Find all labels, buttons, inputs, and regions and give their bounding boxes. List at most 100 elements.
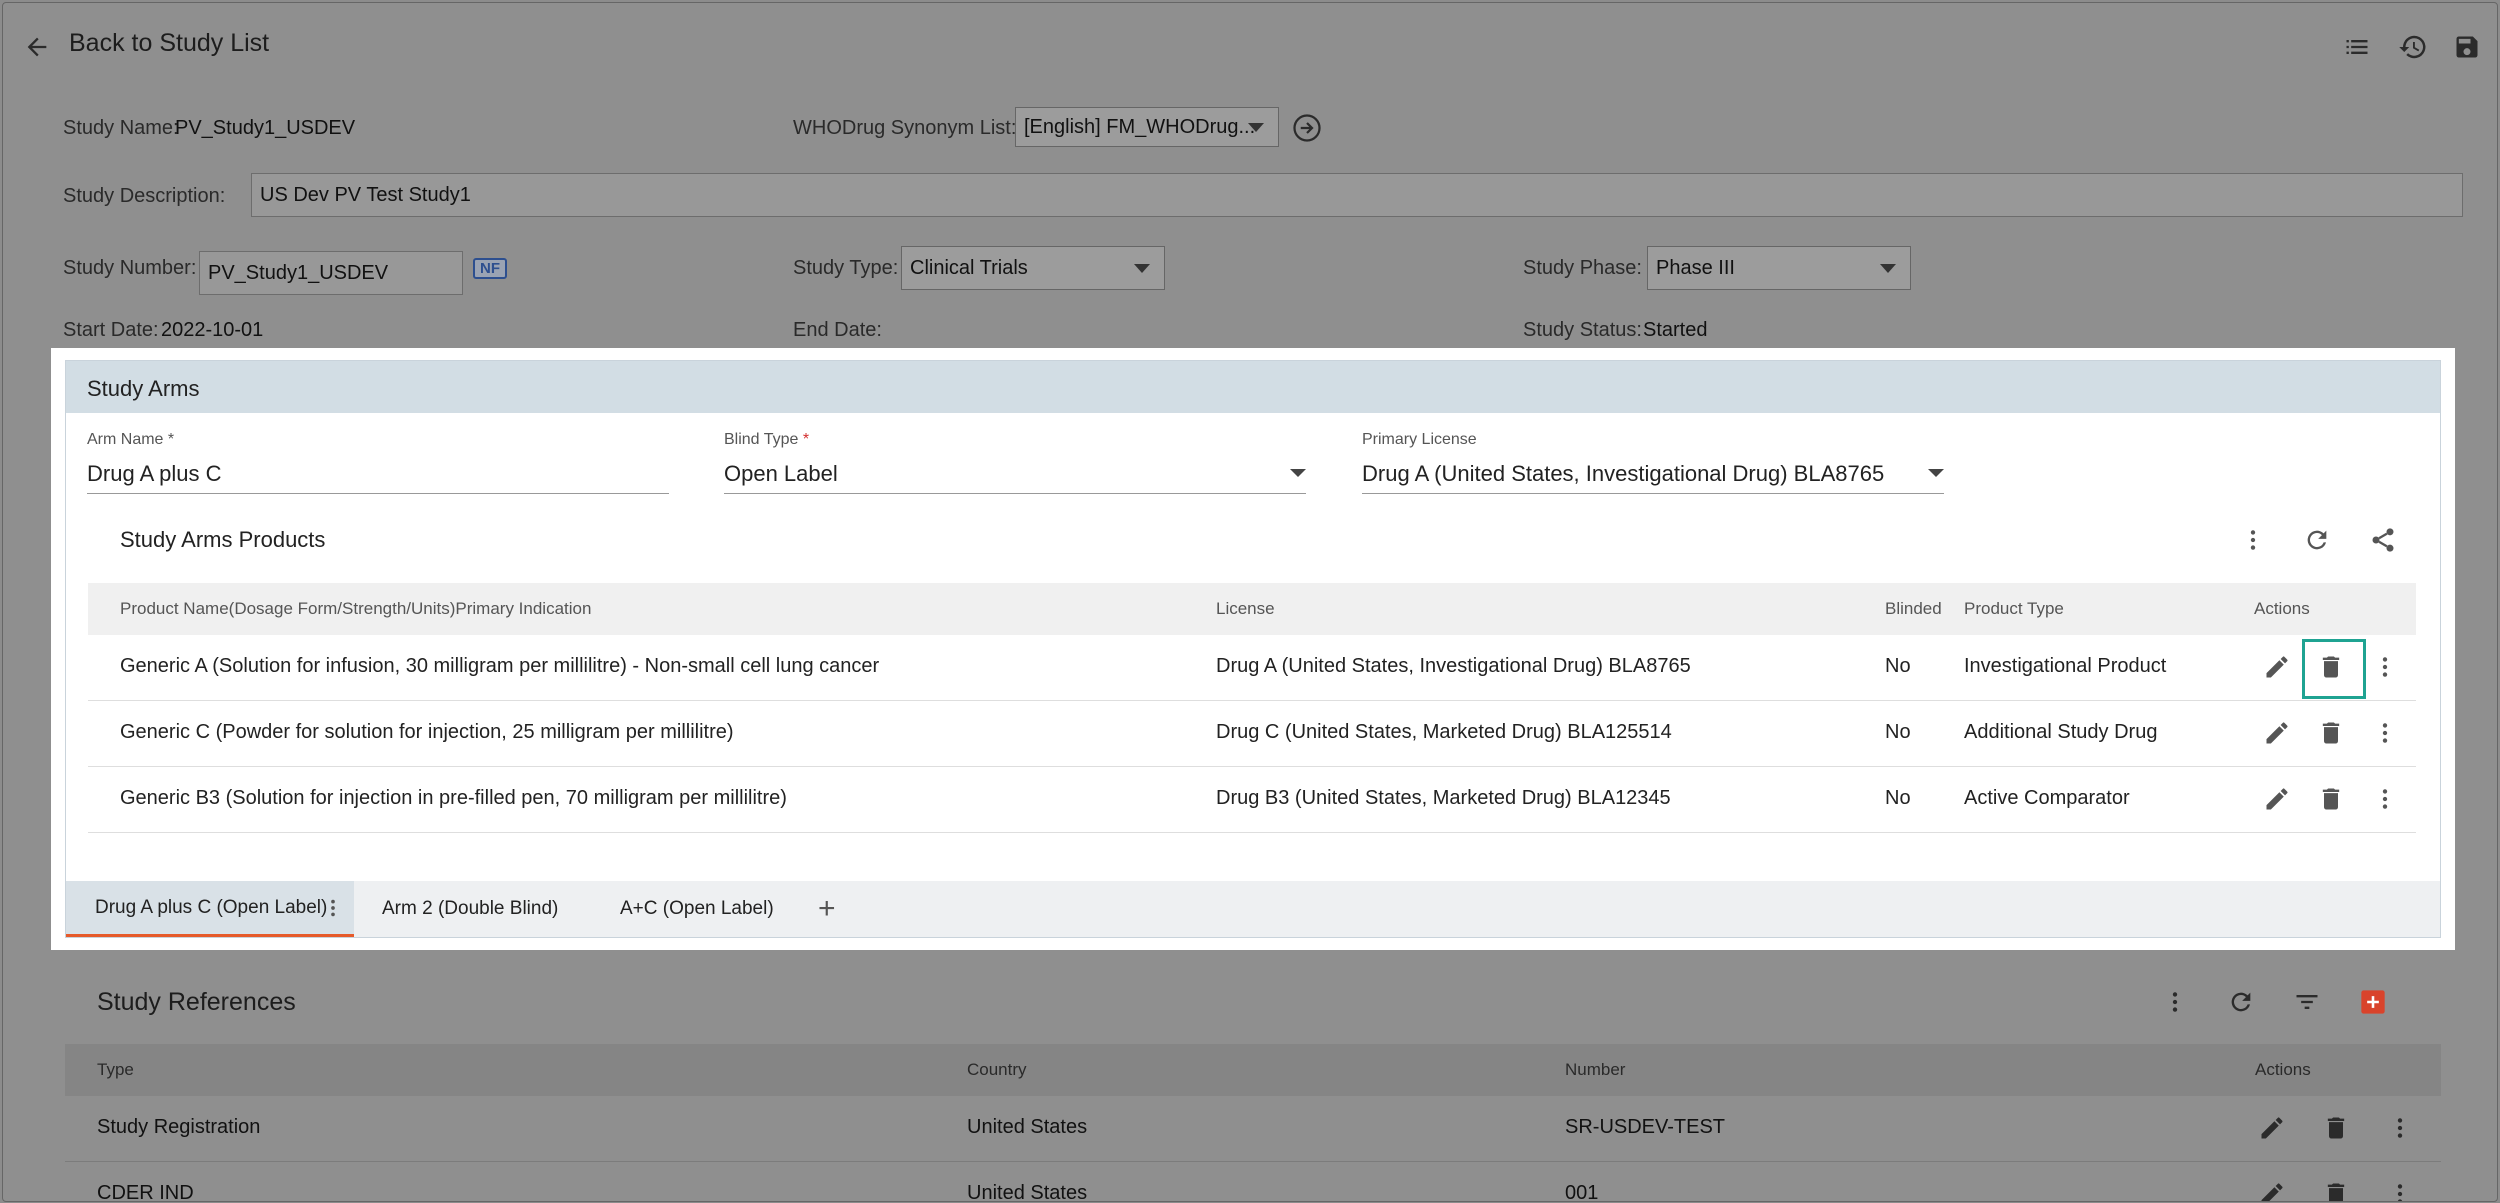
study-name-value: PV_Study1_USDEV <box>175 117 356 139</box>
study-arms-panel: Study Arms Arm Name * Drug A plus C Blin… <box>65 360 2441 938</box>
col-product-type[interactable]: Product Type <box>1964 599 2064 619</box>
col-product[interactable]: Product Name(Dosage Form/Strength/Units)… <box>120 599 591 619</box>
study-references-title: Study References <box>97 988 296 1016</box>
add-reference-icon[interactable] <box>2357 986 2389 1018</box>
study-type-select[interactable]: Clinical Trials <box>901 246 1165 290</box>
history-icon[interactable] <box>2397 31 2429 63</box>
delete-highlight-box <box>2302 639 2366 699</box>
chevron-down-icon[interactable] <box>1290 469 1306 477</box>
refresh-icon[interactable] <box>2225 986 2257 1018</box>
number-cell: 001 <box>1565 1182 1599 1202</box>
tab-arm-2[interactable]: Arm 2 (Double Blind) <box>382 881 558 937</box>
filter-icon[interactable] <box>2291 986 2323 1018</box>
go-arrow-icon[interactable] <box>1291 112 1323 144</box>
more-vert-icon[interactable] <box>2385 1179 2415 1201</box>
table-row[interactable]: Generic A (Solution for infusion, 30 mil… <box>88 635 2416 701</box>
back-to-study-list-link[interactable]: Back to Study List <box>69 29 269 58</box>
more-vert-icon[interactable] <box>2385 1113 2415 1143</box>
edit-icon[interactable] <box>2262 784 2292 814</box>
end-date-label: End Date: <box>793 319 882 341</box>
study-arms-header: Study Arms <box>66 361 2440 413</box>
study-status-label: Study Status: <box>1523 319 1642 341</box>
whodrug-select[interactable]: [English] FM_WHODrug... <box>1015 107 1279 147</box>
primary-license-underline <box>1362 493 1944 494</box>
chevron-down-icon <box>1134 264 1150 273</box>
delete-icon[interactable] <box>2321 1179 2351 1201</box>
table-row[interactable]: Study Registration United States SR-USDE… <box>65 1096 2441 1162</box>
col-license[interactable]: License <box>1216 599 1275 619</box>
share-icon[interactable] <box>2368 525 2398 555</box>
license-cell: Drug C (United States, Marketed Drug) BL… <box>1216 721 1672 743</box>
number-cell: SR-USDEV-TEST <box>1565 1116 1726 1138</box>
study-description-input[interactable]: US Dev PV Test Study1 <box>251 173 2463 217</box>
table-row[interactable]: Generic B3 (Solution for injection in pr… <box>88 767 2416 833</box>
product-cell: Generic B3 (Solution for injection in pr… <box>120 787 787 809</box>
delete-icon[interactable] <box>2316 718 2346 748</box>
edit-icon[interactable] <box>2262 652 2292 682</box>
tab-drug-a-plus-c[interactable]: Drug A plus C (Open Label) <box>66 881 354 937</box>
blinded-cell: No <box>1885 655 1911 677</box>
col-type[interactable]: Type <box>97 1060 134 1080</box>
primary-license-label: Primary License <box>1362 431 1477 448</box>
refresh-icon[interactable] <box>2302 525 2332 555</box>
col-actions: Actions <box>2255 1060 2311 1079</box>
whodrug-value: [English] FM_WHODrug... <box>1024 115 1256 138</box>
tab-a-plus-c[interactable]: A+C (Open Label) <box>620 881 774 937</box>
tab-label: Drug A plus C (Open Label) <box>95 896 328 918</box>
type-cell: Study Registration <box>97 1116 261 1138</box>
products-table-header: Product Name(Dosage Form/Strength/Units)… <box>88 583 2416 635</box>
table-row[interactable]: Generic C (Powder for solution for injec… <box>88 701 2416 767</box>
col-blinded[interactable]: Blinded <box>1885 599 1942 619</box>
arm-name-input[interactable]: Drug A plus C <box>87 461 222 487</box>
tab-label: Arm 2 (Double Blind) <box>382 898 559 919</box>
tab-label: A+C (Open Label) <box>620 898 774 919</box>
study-type-label: Study Type: <box>793 257 899 279</box>
study-status-value: Started <box>1643 319 1708 341</box>
edit-icon[interactable] <box>2257 1113 2287 1143</box>
blinded-cell: No <box>1885 787 1911 809</box>
col-number[interactable]: Number <box>1565 1060 1625 1080</box>
more-vert-icon[interactable] <box>2238 525 2268 555</box>
save-icon[interactable] <box>2451 31 2483 63</box>
primary-license-select[interactable]: Drug A (United States, Investigational D… <box>1362 461 1884 487</box>
delete-icon[interactable] <box>2321 1113 2351 1143</box>
back-arrow-icon[interactable] <box>21 31 53 63</box>
blind-type-label: Blind Type * <box>724 431 810 448</box>
list-icon[interactable] <box>2341 31 2373 63</box>
study-description-label: Study Description: <box>63 185 226 207</box>
study-number-input[interactable]: PV_Study1_USDEV <box>199 251 463 295</box>
start-date-value: 2022-10-01 <box>161 319 264 341</box>
more-vert-icon[interactable] <box>2370 718 2400 748</box>
blind-type-select[interactable]: Open Label <box>724 461 838 487</box>
study-number-label: Study Number: <box>63 257 197 279</box>
arm-tabs: Drug A plus C (Open Label) Arm 2 (Double… <box>66 881 2440 937</box>
study-name-label: Study Name: <box>63 117 179 139</box>
nf-badge[interactable]: NF <box>473 258 507 279</box>
more-vert-icon[interactable] <box>2159 986 2191 1018</box>
col-country[interactable]: Country <box>967 1060 1027 1080</box>
product-type-cell: Additional Study Drug <box>1964 721 2158 743</box>
blind-type-underline <box>724 493 1306 494</box>
type-cell: CDER IND <box>97 1182 194 1202</box>
add-tab-button[interactable]: + <box>818 881 836 937</box>
country-cell: United States <box>967 1116 1088 1138</box>
edit-icon[interactable] <box>2257 1179 2287 1201</box>
table-row[interactable]: CDER IND United States 001 <box>65 1162 2441 1202</box>
edit-icon[interactable] <box>2262 718 2292 748</box>
study-arms-title: Study Arms <box>87 376 200 401</box>
whodrug-label: WHODrug Synonym List: <box>793 117 1017 139</box>
app-window: Back to Study List Study Name: PV_Study1… <box>2 2 2498 1202</box>
references-table-header: Type Country Number Actions <box>65 1044 2441 1096</box>
license-cell: Drug A (United States, Investigational D… <box>1216 655 1691 677</box>
product-cell: Generic C (Powder for solution for injec… <box>120 721 734 743</box>
more-vert-icon[interactable] <box>322 895 344 927</box>
study-phase-value: Phase III <box>1656 256 1735 279</box>
col-actions: Actions <box>2254 599 2310 618</box>
more-vert-icon[interactable] <box>2370 784 2400 814</box>
chevron-down-icon[interactable] <box>1928 469 1944 477</box>
study-phase-select[interactable]: Phase III <box>1647 246 1911 290</box>
license-cell: Drug B3 (United States, Marketed Drug) B… <box>1216 787 1671 809</box>
study-phase-label: Study Phase: <box>1523 257 1642 279</box>
more-vert-icon[interactable] <box>2370 652 2400 682</box>
delete-icon[interactable] <box>2316 784 2346 814</box>
